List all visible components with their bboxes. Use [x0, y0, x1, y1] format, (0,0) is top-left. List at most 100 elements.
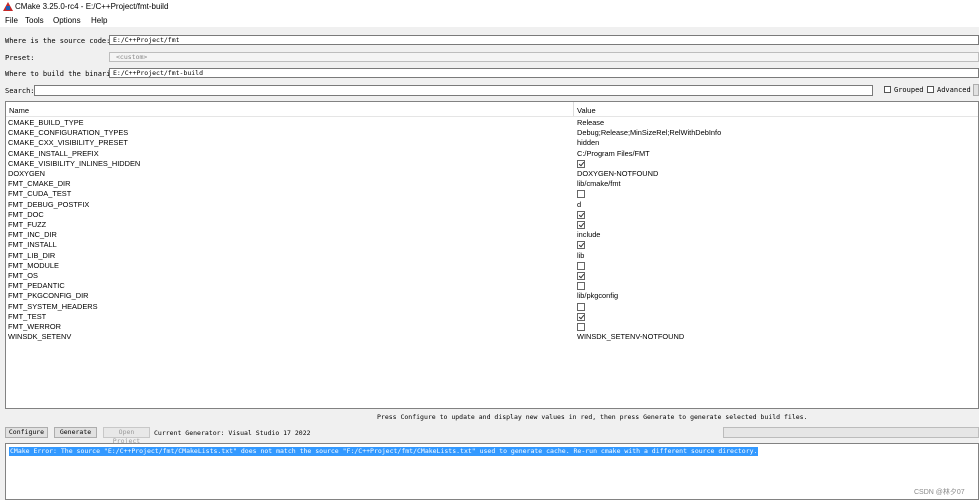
- row-value[interactable]: WINSDK_SETENV-NOTFOUND: [577, 332, 684, 342]
- row-name: FMT_CMAKE_DIR: [8, 179, 71, 189]
- row-value-checkbox[interactable]: [577, 282, 585, 291]
- row-value-checkbox[interactable]: [577, 272, 585, 280]
- row-value[interactable]: lib: [577, 251, 584, 261]
- menu-tools[interactable]: Tools: [25, 16, 44, 25]
- source-path-input[interactable]: E:/C++Project/fmt: [109, 35, 979, 45]
- row-name: FMT_FUZZ: [8, 220, 47, 229]
- preset-label: Preset:: [5, 54, 35, 62]
- table-row[interactable]: FMT_DOC: [6, 210, 978, 220]
- table-row[interactable]: FMT_FUZZ: [6, 220, 978, 230]
- row-name: WINSDK_SETENV: [8, 332, 72, 342]
- source-path-label: Where is the source code:: [5, 37, 111, 45]
- table-row[interactable]: FMT_CUDA_TEST: [6, 189, 978, 199]
- row-value-checkbox[interactable]: [577, 312, 585, 321]
- row-value-checkbox[interactable]: [577, 323, 585, 331]
- preset-select[interactable]: <custom>: [109, 52, 979, 62]
- table-row[interactable]: FMT_PEDANTIC: [6, 281, 978, 291]
- row-name: DOXYGEN: [8, 169, 45, 178]
- table-row[interactable]: FMT_LIB_DIR lib: [6, 251, 978, 261]
- table-row[interactable]: FMT_TEST: [6, 312, 978, 322]
- row-name: CMAKE_CONFIGURATION_TYPES: [8, 128, 129, 138]
- cache-table: Name Value CMAKE_BUILD_TYPE Release CMAKE_…: [5, 101, 979, 409]
- row-name: CMAKE_INSTALL_PREFIX: [8, 148, 99, 158]
- table-row[interactable]: FMT_INSTALL: [6, 240, 978, 250]
- search-label: Search:: [5, 87, 35, 95]
- row-name: FMT_DEBUG_POSTFIX: [8, 199, 90, 209]
- row-value-checkbox[interactable]: [577, 261, 585, 270]
- row-value[interactable]: hidden: [577, 138, 599, 148]
- generate-button[interactable]: Generate: [54, 427, 97, 438]
- table-row[interactable]: FMT_WERROR: [6, 322, 978, 332]
- column-divider[interactable]: [573, 102, 574, 116]
- row-value[interactable]: d: [577, 200, 581, 210]
- column-header-name[interactable]: Name: [9, 106, 29, 115]
- row-value-checkbox[interactable]: [577, 190, 585, 199]
- table-row[interactable]: DOXYGEN DOXYGEN-NOTFOUND: [6, 169, 978, 179]
- table-row[interactable]: FMT_CMAKE_DIR lib/cmake/fmt: [6, 179, 978, 189]
- status-hint: Press Configure to update and display ne…: [377, 413, 808, 421]
- menu-bar: File Tools Options Help: [0, 14, 979, 27]
- table-row[interactable]: FMT_DEBUG_POSTFIX d: [6, 200, 978, 210]
- advanced-checkbox[interactable]: [927, 86, 934, 93]
- row-name: FMT_INC_DIR: [8, 230, 57, 240]
- row-value-checkbox[interactable]: [577, 302, 585, 311]
- grouped-label: Grouped: [894, 86, 924, 94]
- search-input[interactable]: [34, 85, 873, 96]
- row-value-checkbox[interactable]: [577, 221, 585, 229]
- row-value[interactable]: C:/Program Files/FMT: [577, 149, 650, 159]
- table-row[interactable]: CMAKE_VISIBILITY_INLINES_HIDDEN: [6, 159, 978, 169]
- row-value[interactable]: lib/cmake/fmt: [577, 179, 621, 189]
- row-name: FMT_TEST: [8, 311, 47, 321]
- title-bar: CMake 3.25.0-rc4 - E:/C++Project/fmt-bui…: [0, 0, 979, 14]
- table-row[interactable]: FMT_PKGCONFIG_DIR lib/pkgconfig: [6, 291, 978, 301]
- table-row[interactable]: FMT_MODULE: [6, 261, 978, 271]
- grouped-checkbox[interactable]: [884, 86, 891, 93]
- row-name: FMT_DOC: [8, 209, 44, 219]
- row-name: FMT_MODULE: [8, 260, 59, 270]
- row-value[interactable]: include: [577, 230, 600, 240]
- table-row[interactable]: CMAKE_INSTALL_PREFIX C:/Program Files/FMT: [6, 149, 978, 159]
- row-name: FMT_WERROR: [8, 322, 61, 331]
- row-value[interactable]: Release: [577, 118, 604, 128]
- binaries-path-input[interactable]: E:/C++Project/fmt-build: [109, 68, 979, 78]
- row-value[interactable]: Debug;Release;MinSizeRel;RelWithDebInfo: [577, 128, 721, 138]
- row-name: FMT_PEDANTIC: [8, 281, 65, 291]
- menu-help[interactable]: Help: [91, 16, 107, 25]
- row-value[interactable]: DOXYGEN-NOTFOUND: [577, 169, 658, 179]
- open-project-button[interactable]: Open Project: [103, 427, 150, 445]
- progress-bar: [723, 427, 979, 438]
- table-row[interactable]: CMAKE_CONFIGURATION_TYPES Debug;Release;M…: [6, 128, 978, 138]
- table-row[interactable]: FMT_SYSTEM_HEADERS: [6, 302, 978, 312]
- table-row[interactable]: CMAKE_BUILD_TYPE Release: [6, 118, 978, 128]
- row-name: FMT_OS: [8, 271, 38, 280]
- table-row[interactable]: FMT_INC_DIR include: [6, 230, 978, 240]
- output-log[interactable]: CMake Error: The source "E:/C++Project/f…: [5, 443, 979, 500]
- table-row[interactable]: FMT_OS: [6, 271, 978, 281]
- cmake-logo-icon: [3, 2, 13, 11]
- row-value[interactable]: lib/pkgconfig: [577, 291, 618, 301]
- row-name: FMT_PKGCONFIG_DIR: [8, 291, 89, 301]
- row-value-checkbox[interactable]: [577, 159, 585, 168]
- add-entry-button[interactable]: [973, 84, 979, 96]
- table-row[interactable]: CMAKE_CXX_VISIBILITY_PRESET hidden: [6, 138, 978, 148]
- row-value-checkbox[interactable]: [577, 241, 585, 250]
- watermark: CSDN @林夕07: [914, 489, 965, 496]
- menu-file[interactable]: File: [5, 16, 18, 25]
- header-divider: [6, 116, 978, 117]
- menu-options[interactable]: Options: [53, 16, 81, 25]
- binaries-path-label: Where to build the binaries:: [5, 70, 124, 78]
- row-name: FMT_CUDA_TEST: [8, 189, 72, 199]
- row-name: FMT_SYSTEM_HEADERS: [8, 301, 98, 311]
- row-name: CMAKE_CXX_VISIBILITY_PRESET: [8, 138, 128, 148]
- row-value-checkbox[interactable]: [577, 210, 585, 219]
- column-header-value[interactable]: Value: [577, 106, 596, 115]
- table-row[interactable]: WINSDK_SETENV WINSDK_SETENV-NOTFOUND: [6, 332, 978, 342]
- row-name: CMAKE_VISIBILITY_INLINES_HIDDEN: [8, 158, 141, 168]
- row-name: FMT_LIB_DIR: [8, 250, 56, 260]
- configure-button[interactable]: Configure: [5, 427, 48, 438]
- row-name: CMAKE_BUILD_TYPE: [8, 118, 84, 127]
- current-generator-label: Current Generator: Visual Studio 17 2022: [154, 429, 311, 437]
- output-error-line[interactable]: CMake Error: The source "E:/C++Project/f…: [9, 447, 759, 456]
- row-name: FMT_INSTALL: [8, 240, 57, 250]
- window-title: CMake 3.25.0-rc4 - E:/C++Project/fmt-bui…: [15, 2, 169, 11]
